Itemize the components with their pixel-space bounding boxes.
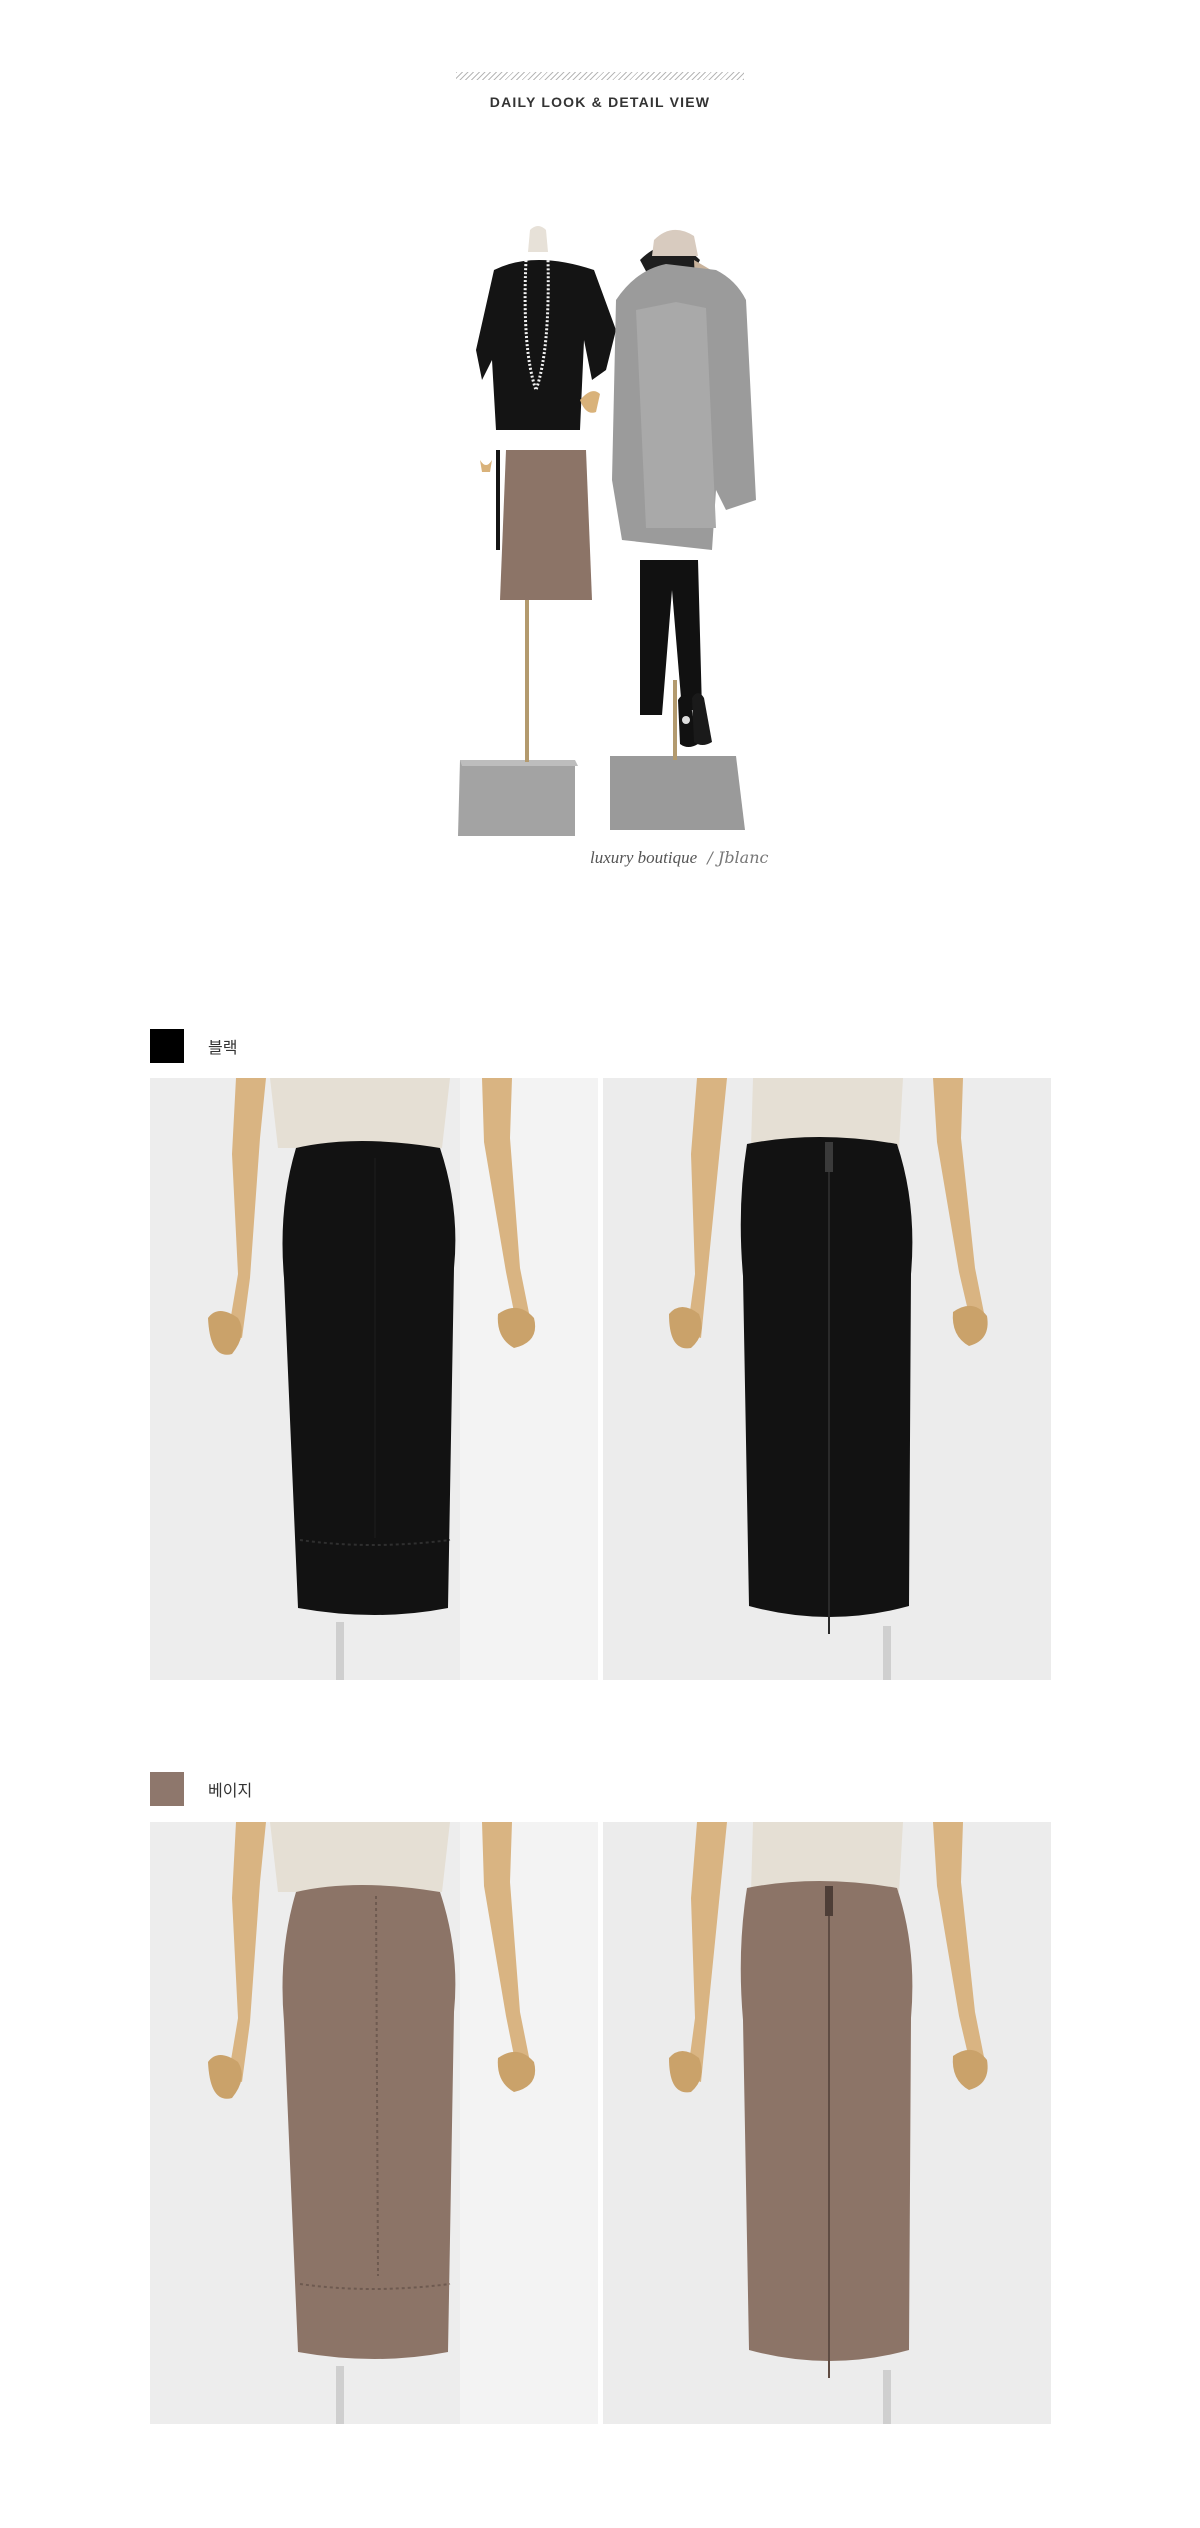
black-skirt-back-photo [603, 1078, 1051, 1680]
beige-skirt-back-photo [603, 1822, 1051, 2424]
caption-text: luxury boutique [590, 848, 698, 867]
color-option-beige: 베이지 [150, 1772, 252, 1806]
color-swatch [150, 1029, 184, 1063]
brand-signature: / Jblanc [707, 848, 769, 867]
color-label: 블랙 [208, 1038, 238, 1057]
color-option-black: 블랙 [150, 1029, 237, 1063]
daily-look-photo [440, 200, 780, 840]
beige-skirt-front-photo [150, 1822, 598, 2424]
title-hatch-divider [456, 72, 744, 80]
black-skirt-front-photo [150, 1078, 598, 1680]
section-title: DAILY LOOK & DETAIL VIEW [489, 94, 711, 110]
color-swatch [150, 1772, 184, 1806]
photo-caption: luxury boutique / Jblanc [590, 848, 830, 868]
color-label: 베이지 [208, 1781, 253, 1800]
